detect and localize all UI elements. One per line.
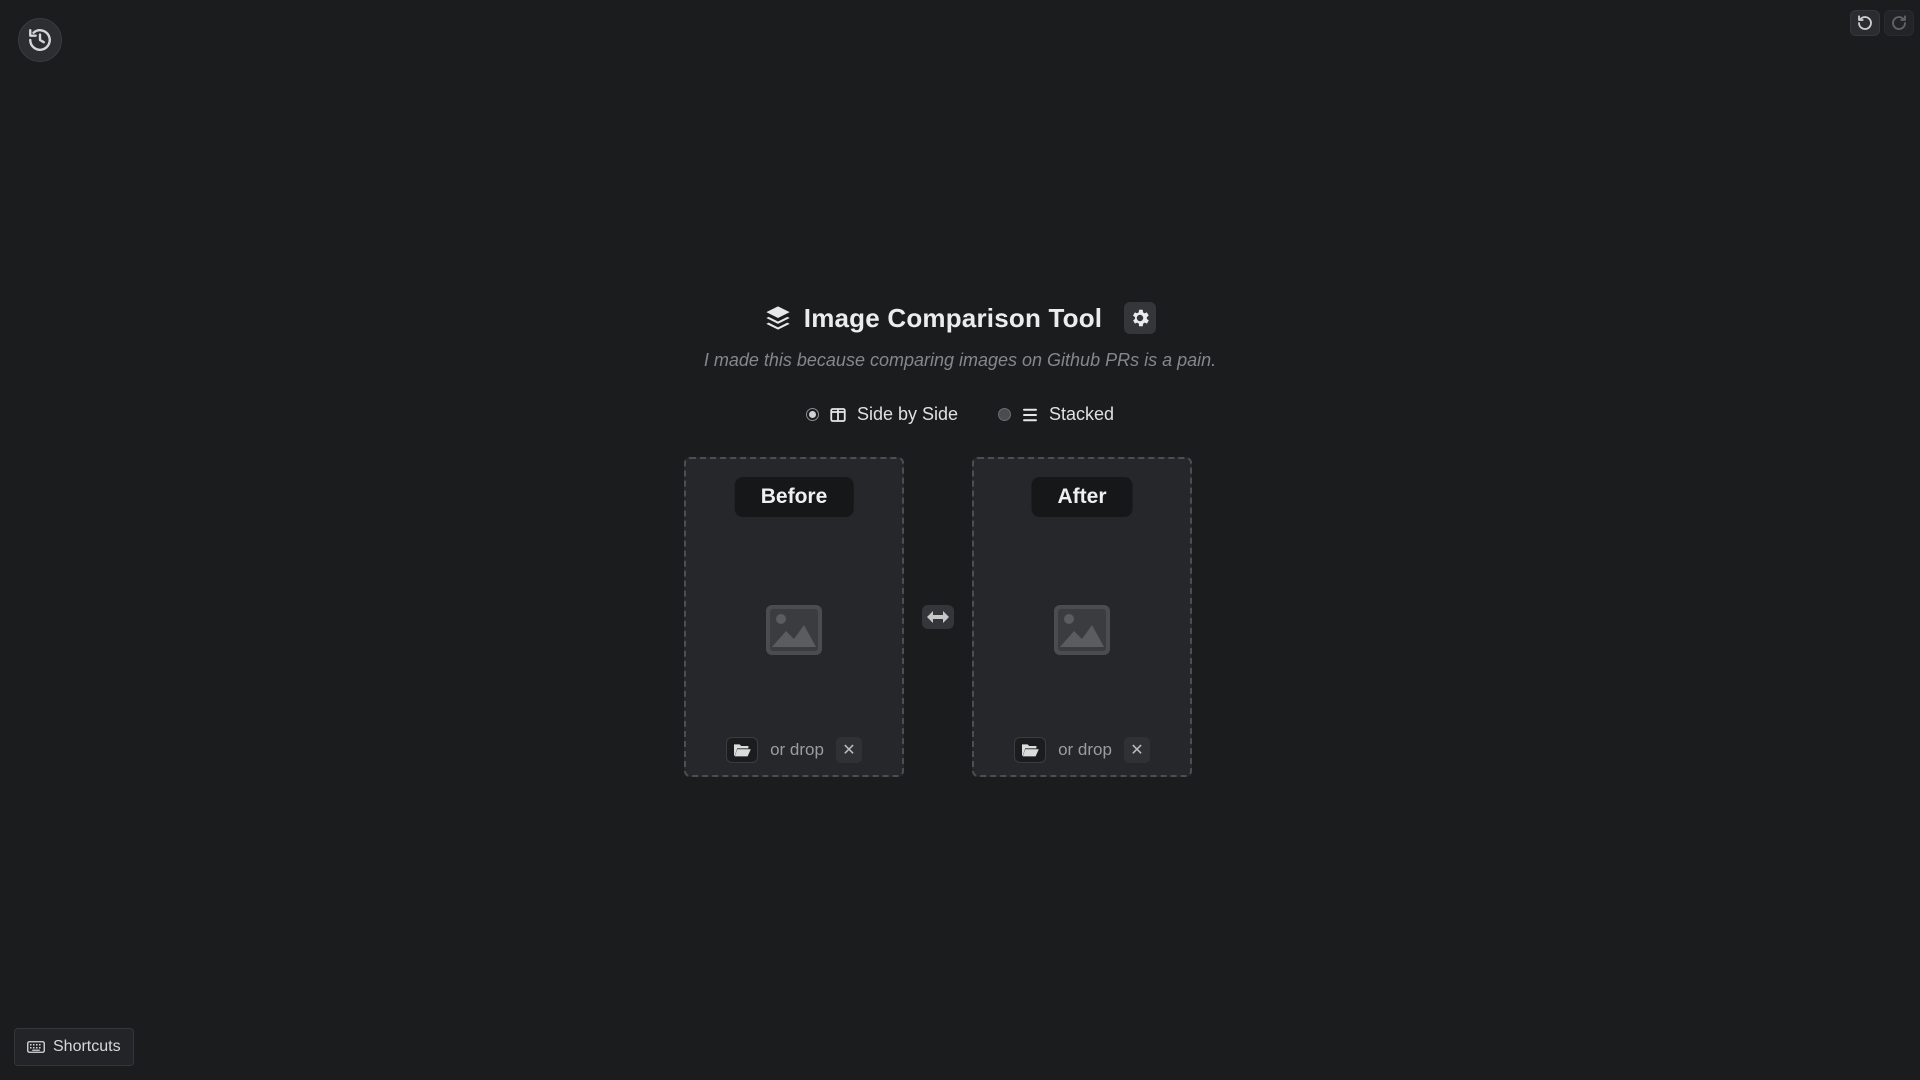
swap-arrows-icon [927, 611, 949, 623]
before-drop-text: or drop [770, 740, 824, 759]
close-icon: ✕ [842, 742, 856, 759]
before-open-button[interactable] [726, 737, 759, 763]
shortcuts-button[interactable]: Shortcuts [14, 1028, 134, 1066]
before-clear-button[interactable]: ✕ [835, 737, 862, 763]
mode-label-stacked: Stacked [1049, 404, 1115, 424]
after-footer: or drop ✕ [974, 737, 1190, 763]
after-dropzone[interactable]: After or drop ✕ [972, 457, 1192, 777]
after-open-button[interactable] [1014, 737, 1047, 763]
radio-side-by-side[interactable] [805, 408, 819, 421]
history-button[interactable] [18, 18, 62, 62]
page-title: Image Comparison Tool [803, 302, 1103, 333]
swap-button[interactable] [922, 605, 954, 629]
view-mode-group: Side by Side Stacked [0, 404, 1920, 425]
image-icon [1054, 605, 1110, 655]
close-icon: ✕ [1130, 742, 1144, 759]
gear-icon [1133, 309, 1150, 327]
redo-button[interactable] [1884, 10, 1914, 36]
header: Image Comparison Tool [0, 302, 1920, 334]
list-icon [1023, 408, 1037, 421]
keyboard-icon [27, 1041, 45, 1053]
settings-button[interactable] [1124, 302, 1157, 334]
folder-open-icon [1022, 744, 1039, 757]
after-clear-button[interactable]: ✕ [1123, 737, 1150, 763]
image-panels: Before or drop ✕ After or drop ✕ [684, 457, 1192, 777]
undo-redo-group [1850, 10, 1914, 36]
layers-icon [766, 306, 790, 330]
shortcuts-label: Shortcuts [53, 1038, 121, 1055]
after-drop-text: or drop [1058, 740, 1112, 759]
page-subtitle: I made this because comparing images on … [703, 350, 1217, 370]
before-dropzone[interactable]: Before or drop ✕ [684, 457, 904, 777]
before-footer: or drop ✕ [686, 737, 902, 763]
mode-side-by-side[interactable]: Side by Side [805, 404, 959, 425]
history-icon [29, 29, 51, 51]
undo-button[interactable] [1850, 10, 1880, 36]
folder-open-icon [734, 744, 751, 757]
mode-label-side-by-side: Side by Side [856, 404, 959, 424]
after-label: After [1031, 477, 1133, 517]
undo-icon [1858, 15, 1872, 30]
mode-stacked[interactable]: Stacked [998, 404, 1114, 425]
before-label: Before [734, 477, 854, 517]
image-icon [766, 605, 822, 655]
radio-stacked[interactable] [998, 408, 1012, 421]
redo-icon [1892, 15, 1906, 30]
columns-icon [830, 407, 846, 422]
